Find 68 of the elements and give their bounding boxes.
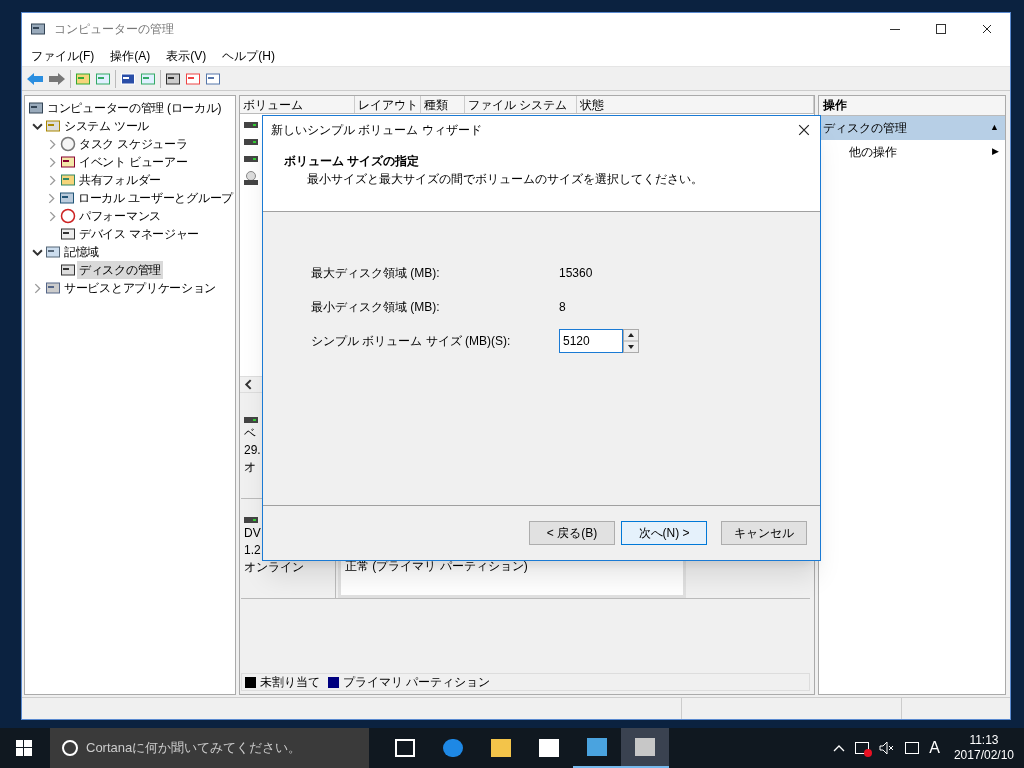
disk-drive-icon [244,137,258,147]
expand-chevron-icon[interactable] [47,174,58,186]
menu-item[interactable]: 表示(V) [159,46,214,65]
actions-header: 操作 [819,96,1005,116]
cd-drive-icon [244,171,258,185]
field-value: 8 [559,299,566,316]
disk-info-text: ベ [244,425,257,442]
dialog-title: 新しいシンプル ボリューム ウィザード [271,122,482,139]
tree-item[interactable]: デバイス マネージャー [77,225,202,243]
expand-chevron-icon[interactable] [46,192,58,204]
disk-drive-icon [244,415,258,425]
field-label: シンプル ボリューム サイズ (MB)(S): [311,333,512,350]
tree-item[interactable]: サービスとアプリケーション [62,279,219,297]
disk-drive-icon [244,120,258,130]
menu-item[interactable]: 操作(A) [103,46,158,65]
tree-item[interactable]: ディスクの管理 [77,261,163,279]
disk-drive-icon [244,515,258,525]
field-label: 最小ディスク領域 (MB): [311,299,441,316]
wizard-button[interactable]: < 戻る(B) [529,521,615,545]
search-field[interactable]: Cortanaに何か聞いてみてください。 [50,728,369,768]
disk-info-text: 1.2 [244,542,262,559]
tree-item[interactable]: コンピューターの管理 (ローカル) [45,99,224,117]
windows-start-icon[interactable] [16,740,32,756]
menu-item[interactable]: ファイル(F) [24,46,102,65]
tree-item[interactable]: 共有フォルダー [77,171,163,189]
disk-info-text: DV [244,525,262,542]
forward-arrow-icon[interactable] [48,71,66,86]
legend-label: プライマリ パーティション [343,674,491,691]
clock[interactable]: 11:13 2017/02/10 [953,733,1014,763]
step-description: 最小サイズと最大サイズの間でボリュームのサイズを選択してください。 [306,171,704,188]
field-label: 最大ディスク領域 (MB): [311,265,441,282]
action-item[interactable]: 他の操作 ▶ [819,140,1005,164]
spin-buttons[interactable] [623,329,639,353]
expand-chevron-icon[interactable] [47,156,58,168]
column-header[interactable]: 状態 [577,96,814,113]
disk-info-text: オ [244,459,257,476]
column-header[interactable]: ボリューム [240,96,355,113]
legend-label: 未割り当て [260,674,320,691]
column-header[interactable]: ファイル システム [465,96,577,113]
wizard-button[interactable]: キャンセル [721,521,807,545]
back-arrow-icon[interactable] [26,71,44,86]
scroll-left-icon[interactable] [243,379,254,390]
tree-item[interactable]: タスク スケジューラ [77,135,190,153]
step-heading: ボリューム サイズの指定 [283,153,421,170]
disk-info-text: 29. [244,442,262,459]
window-title: コンピューターの管理 [54,21,174,38]
disk-info-text: オンライン [244,559,305,576]
ime-indicator[interactable]: A [929,736,940,760]
close-icon[interactable] [982,24,992,34]
tree-item[interactable]: ローカル ユーザーとグループ [75,189,235,207]
tree-item[interactable]: イベント ビューアー [77,153,190,171]
expand-chevron-icon[interactable] [32,282,43,294]
expand-chevron-icon[interactable] [47,210,58,222]
speaker-muted-icon[interactable] [879,741,896,755]
close-icon[interactable] [798,124,810,136]
chevron-up-icon[interactable] [833,744,846,752]
column-header[interactable]: 種類 [421,96,465,113]
expand-chevron-icon[interactable] [47,138,58,150]
tree-item[interactable]: システム ツール [62,117,151,135]
disk-drive-icon [244,154,258,164]
wizard-button[interactable]: 次へ(N) > [621,521,707,545]
size-spin-field[interactable]: 5120 [559,329,623,353]
field-value: 15360 [559,265,593,282]
tree-item[interactable]: パフォーマンス [77,207,163,225]
column-header[interactable]: レイアウト [355,96,421,113]
menu-item[interactable]: ヘルプ(H) [215,46,282,65]
action-item[interactable]: ディスクの管理 ▲ [819,116,1005,140]
tree-item[interactable]: 記憶域 [62,243,102,261]
